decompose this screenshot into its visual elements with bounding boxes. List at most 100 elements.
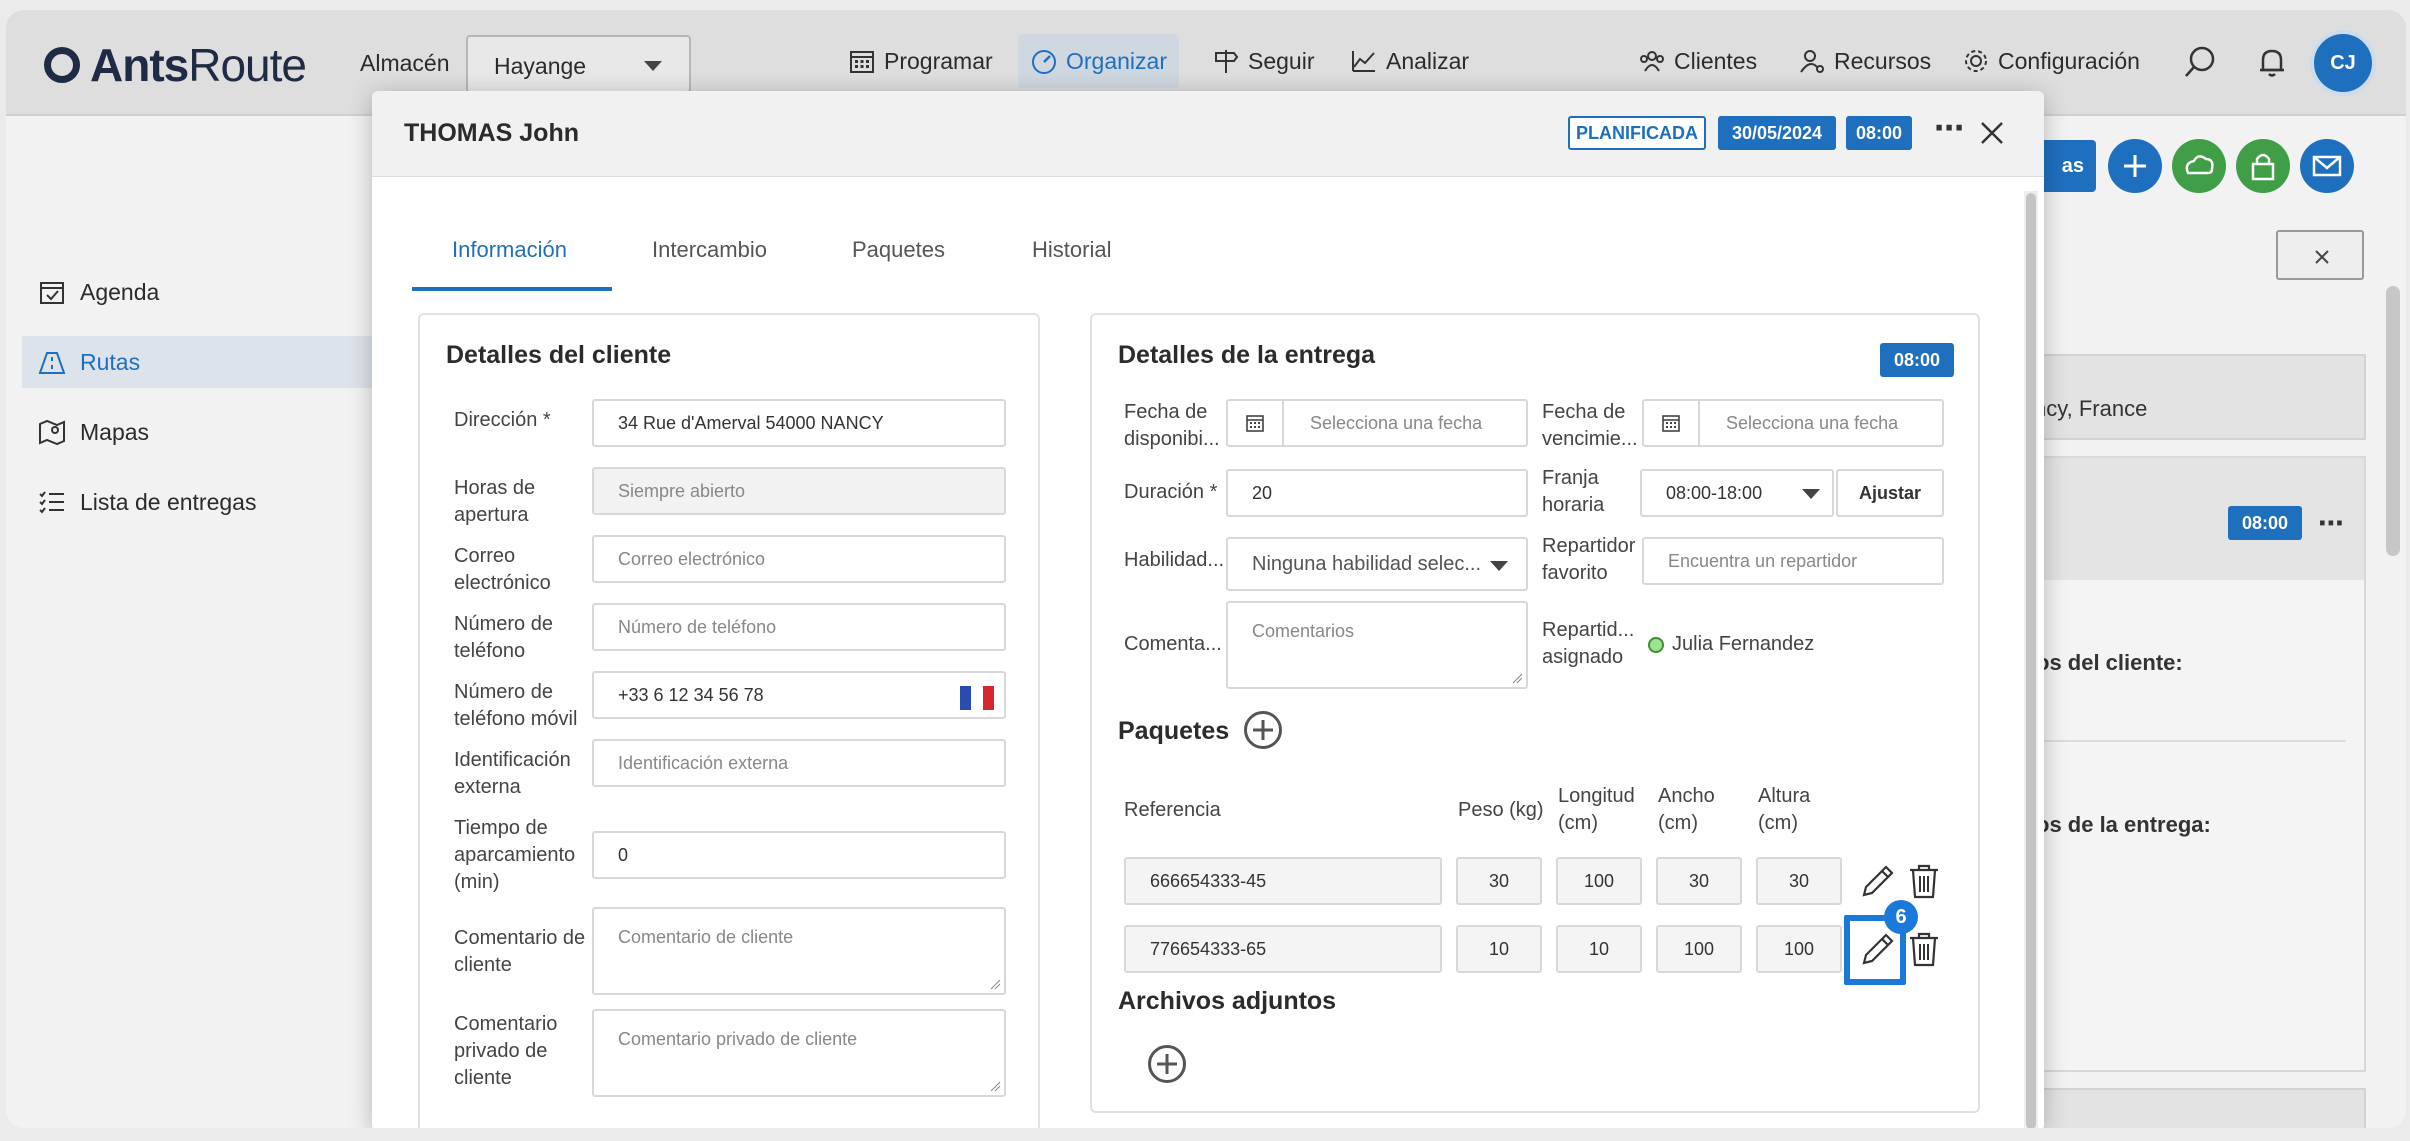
column-header-reference: Referencia (1124, 799, 1221, 821)
trash-icon[interactable] (1906, 861, 1942, 901)
package-width-field[interactable]: 100 (1656, 925, 1742, 973)
resize-handle-icon[interactable] (989, 1080, 1001, 1092)
adjust-button[interactable]: Ajustar (1836, 469, 1944, 517)
package-height-field[interactable]: 30 (1756, 857, 1842, 905)
warehouse-select[interactable]: Hayange (466, 35, 691, 93)
client-details-title: Detalles del cliente (446, 341, 672, 369)
warehouse-label: Almacén (360, 50, 450, 76)
package-reference-field[interactable]: 776654333-65 (1124, 925, 1442, 973)
nav-programar[interactable]: Programar (836, 34, 1005, 88)
private-comment-field[interactable]: Comentario privado de cliente (592, 1009, 1006, 1097)
nav-organizar-label: Organizar (1066, 47, 1167, 74)
add-package-icon[interactable] (1244, 711, 1282, 749)
resize-handle-icon[interactable] (989, 978, 1001, 990)
more-icon[interactable]: ⋯ (2318, 508, 2344, 539)
client-comment-field[interactable]: Comentario de cliente (592, 907, 1006, 995)
modal-scrollbar[interactable] (2024, 191, 2038, 1128)
pencil-icon[interactable] (1858, 861, 1898, 901)
favorite-driver-label: Repartidor favorito (1542, 535, 1636, 584)
tab-paquetes[interactable]: Paquetes (812, 231, 992, 291)
calendar-icon[interactable] (1228, 401, 1284, 445)
phone-field[interactable]: Número de teléfono (592, 603, 1006, 651)
sidebar-item-mapas[interactable]: Mapas (22, 406, 374, 458)
modal-tabs: Información Intercambio Paquetes Histori… (412, 231, 1512, 291)
sidebar-item-rutas[interactable]: Rutas (22, 336, 374, 388)
clients-icon (1638, 47, 1666, 75)
package-height-field[interactable]: 100 (1756, 925, 1842, 973)
calendar-check-icon (38, 278, 66, 306)
availability-date-field[interactable]: Selecciona una fecha (1226, 399, 1528, 447)
sidebar-item-lista-de-entregas[interactable]: Lista de entregas (22, 476, 374, 528)
route-icon (38, 348, 66, 376)
client-comment-label: Comentario de cliente (454, 927, 586, 976)
private-comment-label: Comentario privado de cliente (454, 1013, 558, 1089)
calendar-icon[interactable] (1644, 401, 1700, 445)
delivery-time-badge: 08:00 (1880, 343, 1954, 377)
background-delivery-data-label: os de la entrega: (2036, 812, 2211, 837)
close-panel-button[interactable] (2276, 230, 2364, 280)
france-flag-icon[interactable] (960, 686, 994, 710)
column-header-width: Ancho (cm) (1658, 785, 1715, 834)
package-weight-field[interactable]: 10 (1456, 925, 1542, 973)
favorite-driver-field[interactable]: Encuentra un repartidor (1642, 537, 1944, 585)
email-field[interactable]: Correo electrónico (592, 535, 1006, 583)
expiry-date-field[interactable]: Selecciona una fecha (1642, 399, 1944, 447)
email-label: Correo electrónico (454, 545, 551, 594)
time-slot-label: Franja horaria (1542, 467, 1605, 516)
package-width-field[interactable]: 30 (1656, 857, 1742, 905)
cloud-icon[interactable] (2172, 139, 2226, 193)
package-weight-field[interactable]: 30 (1456, 857, 1542, 905)
resize-handle-icon[interactable] (1511, 672, 1523, 684)
more-icon[interactable]: ⋯ (1934, 111, 1964, 146)
logo-text-light: Route (188, 39, 307, 91)
assigned-driver: Julia Fernandez (1648, 631, 1898, 658)
bell-icon[interactable] (2254, 44, 2290, 80)
gear-icon (1962, 47, 1990, 75)
search-icon[interactable] (2182, 44, 2218, 80)
background-scrollbar[interactable] (2386, 286, 2400, 556)
add-attachment-icon[interactable] (1148, 1045, 1186, 1083)
warehouse-value: Hayange (494, 53, 587, 79)
parking-time-field[interactable]: 0 (592, 831, 1006, 879)
modal-scrollbar-thumb[interactable] (2026, 193, 2036, 1128)
tab-historial[interactable]: Historial (992, 231, 1172, 291)
address-field[interactable]: 34 Rue d'Amerval 54000 NANCY (592, 399, 1006, 447)
client-details-card: Detalles del cliente Dirección * 34 Rue … (418, 313, 1040, 1128)
lock-icon[interactable] (2236, 139, 2290, 193)
sidebar-item-agenda[interactable]: Agenda (22, 266, 374, 318)
modal-header: THOMAS John PLANIFICADA 30/05/2024 08:00… (372, 91, 2044, 177)
background-client-data-label: os del cliente: (2036, 650, 2183, 675)
package-length-field[interactable]: 100 (1556, 857, 1642, 905)
logo[interactable]: AntsRoute (44, 38, 307, 92)
nav-analizar-label: Analizar (1386, 47, 1470, 74)
duration-field[interactable]: 20 (1226, 469, 1528, 517)
skills-select[interactable]: Ninguna habilidad selec... (1226, 537, 1528, 591)
nav-recursos[interactable]: Recursos (1786, 34, 1943, 88)
mail-icon[interactable] (2300, 139, 2354, 193)
nav-clientes[interactable]: Clientes (1626, 34, 1769, 88)
column-header-height: Altura (cm) (1758, 785, 1811, 834)
avatar[interactable]: CJ (2310, 30, 2376, 96)
tab-intercambio[interactable]: Intercambio (612, 231, 812, 291)
background-bottom-row (2006, 1088, 2366, 1128)
time-slot-select[interactable]: 08:00-18:00 (1640, 469, 1834, 517)
background-card-header (2008, 458, 2364, 580)
nav-analizar[interactable]: Analizar (1338, 34, 1481, 88)
package-length-field[interactable]: 10 (1556, 925, 1642, 973)
chevron-down-icon (1802, 489, 1820, 499)
nav-organizar[interactable]: Organizar (1018, 34, 1179, 88)
mobile-phone-field[interactable]: +33 6 12 34 56 78 (592, 671, 1006, 719)
add-circle-button[interactable] (2108, 139, 2162, 193)
map-icon (38, 418, 66, 446)
close-icon[interactable] (1978, 119, 2006, 147)
trash-icon[interactable] (1906, 929, 1942, 969)
nav-configuracion[interactable]: Configuración (1950, 34, 2152, 88)
opening-hours-field[interactable]: Siempre abierto (592, 467, 1006, 515)
external-id-field[interactable]: Identificación externa (592, 739, 1006, 787)
address-label: Dirección * (454, 409, 551, 431)
tab-informacion[interactable]: Información (412, 231, 612, 291)
chart-icon (1350, 47, 1378, 75)
comments-field[interactable]: Comentarios (1226, 601, 1528, 689)
nav-seguir[interactable]: Seguir (1200, 34, 1326, 88)
package-reference-field[interactable]: 666654333-45 (1124, 857, 1442, 905)
